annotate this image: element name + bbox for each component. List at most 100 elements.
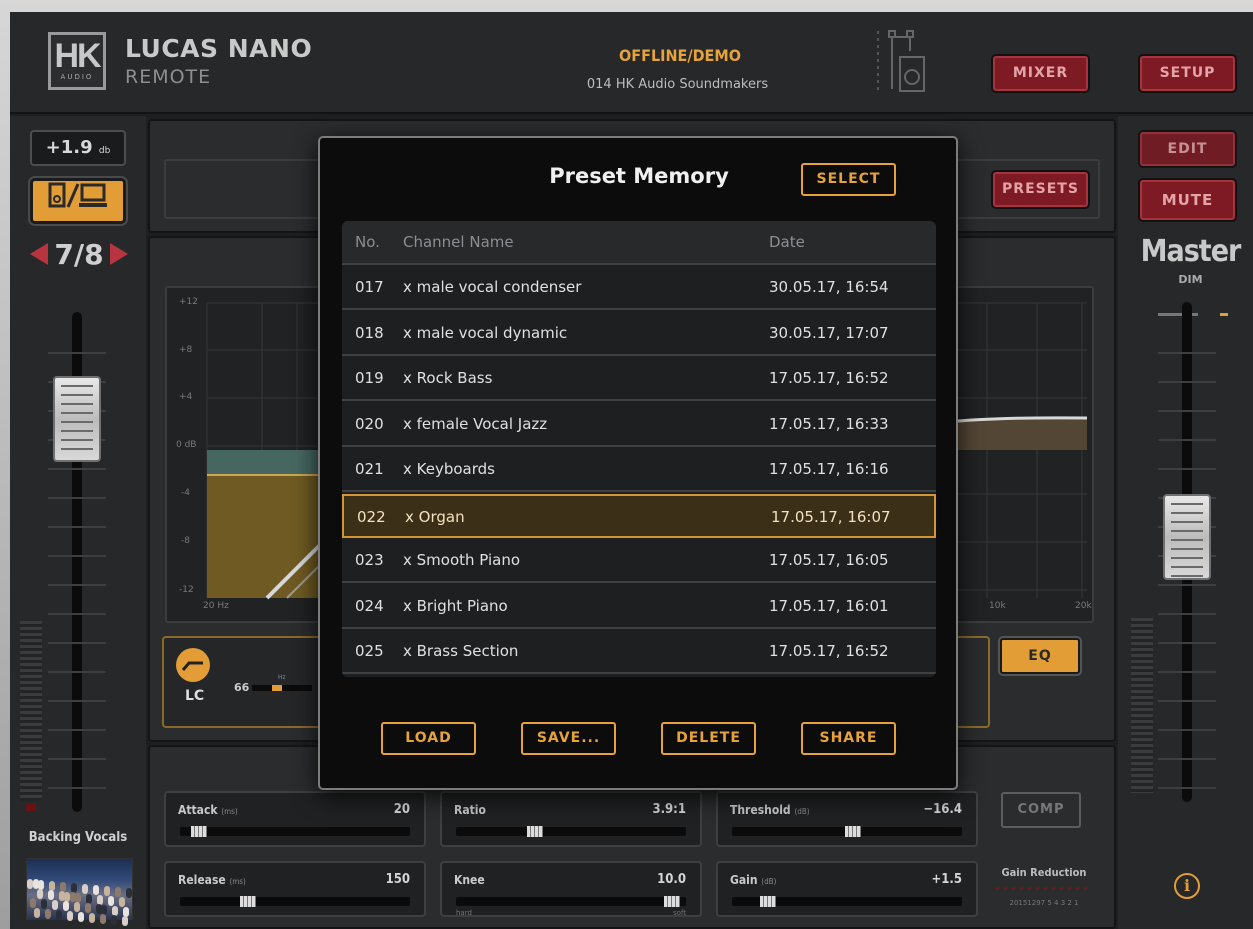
low-cut-slider[interactable] — [252, 685, 312, 691]
low-cut-icon — [181, 661, 203, 671]
mute-button[interactable]: MUTE — [1140, 180, 1235, 220]
preset-name: x male vocal condenser — [403, 278, 582, 296]
master-label: Master — [1140, 234, 1242, 269]
preset-number: 017 — [355, 278, 384, 296]
param-slider-knob[interactable] — [239, 896, 256, 907]
eq-y-label: +8 — [179, 345, 193, 355]
preset-row[interactable]: 017 x male vocal condenser 30.05.17, 16:54 — [342, 266, 936, 310]
preset-row[interactable]: 022 x Organ 17.05.17, 16:07 — [342, 493, 936, 538]
param-slider[interactable] — [180, 826, 410, 837]
select-button[interactable]: SELECT — [801, 163, 896, 196]
param-label: Gain (dB) — [730, 873, 776, 887]
share-button[interactable]: SHARE — [801, 722, 896, 755]
app-subtitle: REMOTE — [125, 66, 212, 88]
fader-tick — [1158, 410, 1216, 412]
compressor-param-knee[interactable]: Knee 10.0 hard soft — [440, 861, 702, 917]
preset-row[interactable]: 021 x Keyboards 17.05.17, 16:16 — [342, 448, 936, 492]
param-unit: (dB) — [761, 877, 777, 886]
gain-value: +1.9 — [45, 137, 93, 158]
source-device-icon — [48, 182, 107, 208]
eq-button[interactable]: EQ — [1000, 638, 1080, 674]
param-name: Attack — [178, 803, 218, 817]
bluetooth-device-icon — [877, 30, 925, 93]
low-cut-section: LC 66 Hz — [162, 636, 322, 728]
gain-reduction-label: Gain Reduction — [1001, 866, 1087, 879]
compressor-param-ratio[interactable]: Ratio 3.9:1 — [440, 791, 702, 847]
session-name: 014 HK Audio Soundmakers — [586, 77, 769, 92]
param-label: Ratio — [454, 803, 486, 817]
load-button[interactable]: LOAD — [381, 722, 476, 755]
preset-name: x Smooth Piano — [403, 551, 521, 569]
low-cut-slider-knob[interactable] — [272, 685, 282, 691]
param-slider-knob[interactable] — [526, 826, 543, 837]
param-slider[interactable] — [732, 896, 962, 907]
preset-date: 17.05.17, 16:33 — [769, 414, 889, 433]
param-value: +1.5 — [931, 872, 962, 887]
eq-x-label: 10k — [989, 601, 1006, 611]
save-button[interactable]: SAVE... — [521, 722, 616, 755]
preset-name: x female Vocal Jazz — [403, 414, 548, 433]
param-name: Knee — [454, 873, 485, 887]
preset-row[interactable]: 019 x Rock Bass 17.05.17, 16:52 — [342, 357, 936, 401]
preset-row[interactable]: 024 x Bright Piano 17.05.17, 16:01 — [342, 585, 936, 629]
fader-tick — [48, 584, 106, 586]
compressor-param-attack[interactable]: Attack (ms) 20 — [164, 791, 426, 847]
param-slider[interactable] — [456, 896, 686, 907]
param-name: Ratio — [454, 803, 486, 817]
fader-tick — [1158, 352, 1216, 354]
preset-row[interactable]: 020 x female Vocal Jazz 17.05.17, 16:33 — [342, 403, 936, 447]
compressor-param-threshold[interactable]: Threshold (dB) −16.4 — [716, 791, 978, 847]
param-slider-knob[interactable] — [663, 896, 680, 907]
param-slider[interactable] — [456, 826, 686, 837]
channel-fader-cap[interactable] — [53, 376, 101, 462]
gain-display[interactable]: +1.9 db — [30, 130, 126, 166]
fader-tick — [1158, 787, 1216, 789]
column-header-no: No. — [355, 233, 380, 251]
param-slider[interactable] — [180, 896, 410, 907]
channel-photo[interactable] — [26, 858, 133, 926]
left-channel-strip: +1.9 db 7/8 Backing Vocals — [10, 116, 146, 929]
preset-row[interactable]: 023 x Smooth Piano 17.05.17, 16:05 — [342, 539, 936, 583]
channel-pair-selector: 7/8 — [24, 236, 134, 272]
low-cut-label: LC — [185, 688, 205, 704]
presets-button[interactable]: PRESETS — [993, 172, 1088, 207]
compressor-param-release[interactable]: Release (ms) 150 — [164, 861, 426, 917]
preset-date: 30.05.17, 16:54 — [769, 278, 889, 296]
fader-tick — [1158, 381, 1216, 383]
low-cut-toggle[interactable] — [176, 648, 210, 682]
param-slider[interactable] — [732, 826, 962, 837]
fader-tick — [48, 613, 106, 615]
gain-unit: db — [98, 146, 111, 156]
preset-memory-dialog: Preset Memory SELECT No. Channel Name Da… — [318, 136, 958, 790]
fader-tick — [48, 758, 106, 760]
fader-tick — [48, 526, 106, 528]
eq-y-label: -4 — [181, 488, 190, 498]
preset-number: 019 — [355, 369, 384, 387]
delete-button[interactable]: DELETE — [661, 722, 756, 755]
preset-field[interactable] — [164, 159, 344, 219]
param-slider-knob[interactable] — [759, 896, 776, 907]
preset-name: x male vocal dynamic — [403, 323, 568, 342]
preset-row[interactable]: 018 x male vocal dynamic 30.05.17, 17:07 — [342, 312, 936, 356]
master-fader-cap[interactable] — [1163, 494, 1211, 580]
preset-number: 022 — [357, 507, 386, 526]
compressor-param-gain[interactable]: Gain (dB) +1.5 — [716, 861, 978, 917]
preset-number: 024 — [355, 596, 384, 615]
mixer-button[interactable]: MIXER — [993, 56, 1088, 91]
edit-button[interactable]: EDIT — [1140, 132, 1235, 166]
comp-button[interactable]: COMP — [1001, 792, 1081, 828]
channel-pair-label: 7/8 — [54, 237, 104, 271]
setup-button[interactable]: SETUP — [1140, 56, 1235, 91]
logo-text: HK — [54, 37, 101, 75]
info-icon[interactable]: i — [1174, 873, 1200, 899]
param-slider-knob[interactable] — [845, 826, 862, 837]
app-window: HK AUDIO LUCAS NANO REMOTE OFFLINE/DEMO … — [10, 12, 1253, 929]
low-cut-frequency: 66 — [234, 681, 250, 694]
param-value: 150 — [385, 872, 410, 887]
preset-row[interactable]: 025 x Brass Section 17.05.17, 16:52 — [342, 630, 936, 674]
preset-list-header: No. Channel Name Date — [342, 221, 936, 265]
previous-channel-icon[interactable] — [30, 243, 49, 265]
next-channel-icon[interactable] — [109, 243, 128, 265]
param-slider-knob[interactable] — [190, 826, 207, 837]
source-toggle-button[interactable] — [30, 178, 126, 224]
